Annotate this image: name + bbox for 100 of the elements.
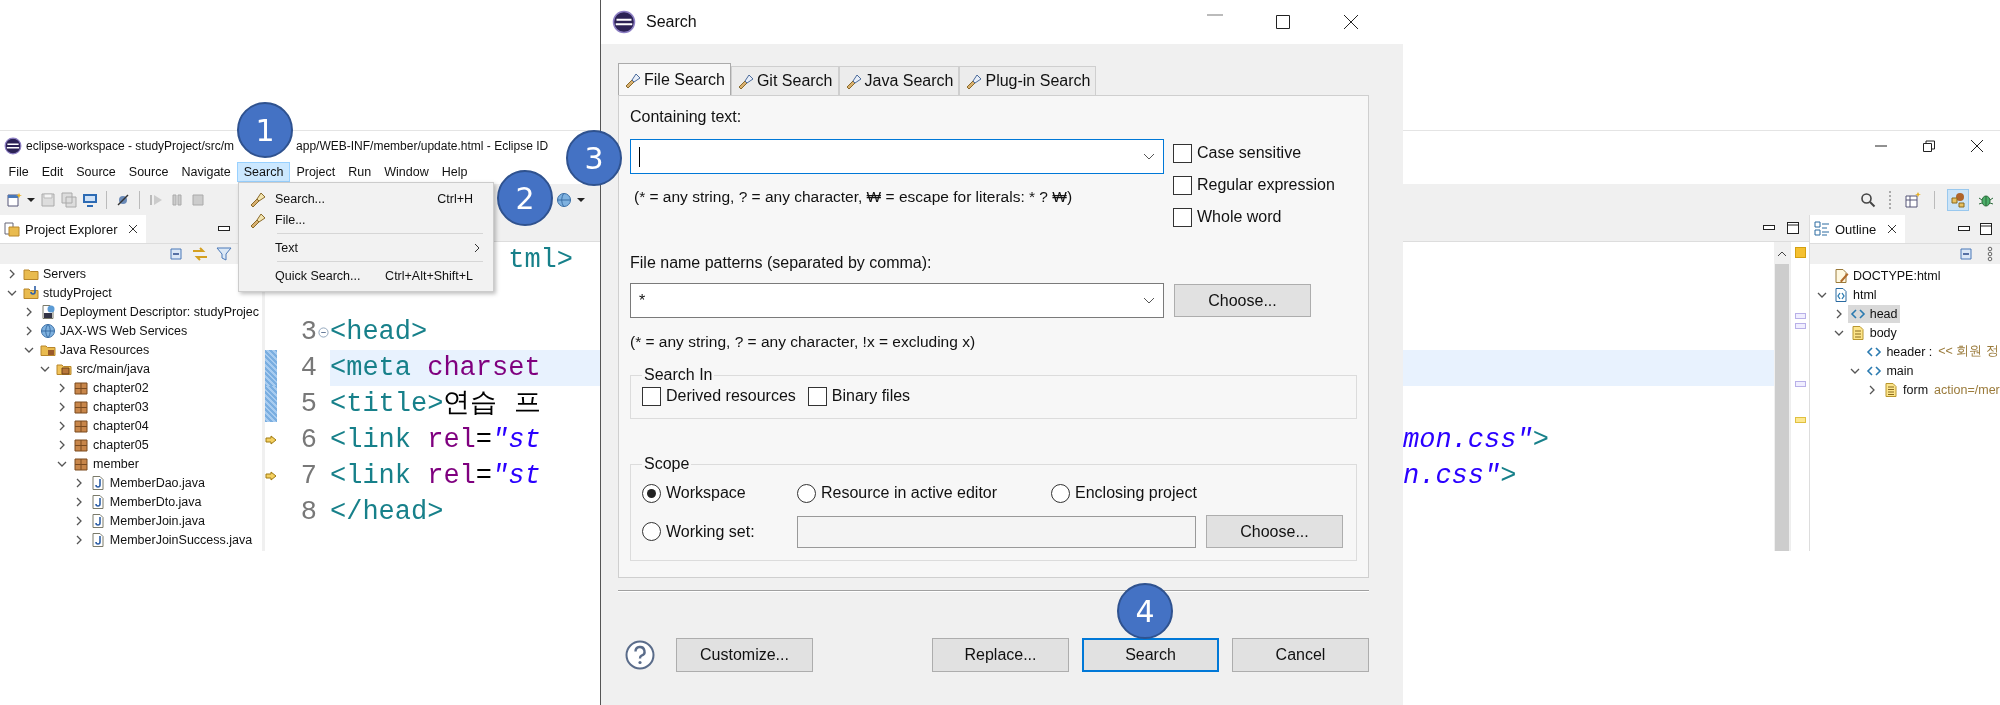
monitor-icon[interactable] [82, 191, 98, 208]
help-icon[interactable] [625, 640, 655, 670]
scrollbar[interactable] [1774, 242, 1790, 551]
tree-item[interactable]: MemberJoinSuccess.java [87, 530, 255, 549]
dropdown-icon[interactable] [1143, 296, 1155, 305]
close-icon[interactable] [1970, 138, 1984, 153]
menu-item[interactable]: Source [122, 162, 175, 182]
radio-label[interactable]: Workspace [666, 484, 746, 502]
checkbox[interactable] [1173, 207, 1192, 227]
filter-icon[interactable] [216, 246, 232, 262]
radio-button[interactable] [642, 522, 661, 541]
dialog-button[interactable]: Replace... [932, 638, 1069, 672]
scroll-up-icon[interactable] [1777, 250, 1787, 258]
tree-item[interactable]: chapter05 [71, 435, 151, 454]
tree-item[interactable]: src/main/java [54, 359, 153, 378]
tab[interactable]: Java Search [838, 66, 960, 95]
code-line: <title>연습 프 [330, 389, 541, 419]
checkbox-label[interactable]: Binary files [831, 387, 911, 405]
tree-item[interactable]: form [1881, 380, 1931, 399]
maximize-icon[interactable] [1980, 223, 1992, 235]
minimize-icon[interactable] [1958, 226, 1970, 232]
tree-item[interactable]: chapter03 [71, 397, 151, 416]
checkbox-label[interactable]: Case sensitive [1197, 144, 1302, 162]
restore-icon[interactable] [1922, 138, 1936, 153]
minimize-icon[interactable] [218, 226, 230, 232]
globe-icon[interactable] [556, 191, 572, 208]
collapse-all-icon[interactable] [168, 246, 184, 262]
collapse-icon[interactable] [318, 326, 329, 338]
tree-item[interactable]: chapter04 [71, 416, 151, 435]
menu-item[interactable]: Run [341, 162, 378, 182]
perspective-icon[interactable] [1948, 189, 1968, 210]
menu-item[interactable]: Window [377, 162, 436, 182]
caret-icon[interactable] [27, 195, 35, 204]
file-pattern-field[interactable]: * [630, 283, 1164, 318]
menu-item[interactable]: Search [237, 162, 290, 182]
tree-item[interactable]: MemberDao.java [87, 473, 207, 492]
checkbox-label[interactable]: Whole word [1197, 208, 1282, 226]
tree-item[interactable]: member [71, 454, 141, 473]
new-icon[interactable] [6, 191, 22, 208]
tree-item[interactable]: JAX-WS Web Services [37, 321, 190, 340]
radio-button[interactable] [797, 483, 816, 503]
scroll-thumb[interactable] [1775, 264, 1789, 551]
collapse-all-icon[interactable] [1958, 246, 1974, 262]
menu-item[interactable]: File... [239, 209, 493, 230]
radio-button[interactable] [1051, 483, 1070, 503]
close-icon[interactable] [1343, 14, 1359, 30]
tree-item[interactable]: Deployment Descriptor: studyProjec [37, 302, 262, 321]
search-text-field[interactable] [630, 139, 1164, 174]
tree-item[interactable]: header : [1864, 342, 1935, 361]
radio-label[interactable]: Enclosing project [1075, 484, 1197, 502]
dropdown-icon[interactable] [1143, 152, 1155, 161]
checkbox[interactable] [1173, 175, 1192, 195]
tree-item[interactable]: html [1831, 285, 1879, 304]
dialog-button[interactable]: Search [1082, 638, 1219, 672]
checkbox-label[interactable]: Derived resources [666, 387, 796, 405]
minimize-icon[interactable] [1763, 225, 1775, 231]
menu-item[interactable]: File [2, 162, 36, 182]
tree-item[interactable]: main [1864, 361, 1916, 380]
search-icon[interactable] [1860, 191, 1876, 208]
dialog-button[interactable]: Customize... [676, 638, 813, 672]
app-icon [612, 10, 636, 34]
menu-item[interactable]: Help [435, 162, 474, 182]
menu-item[interactable]: Edit [35, 162, 70, 182]
tab[interactable]: Git Search [730, 66, 839, 95]
view-tab[interactable]: Outline [1810, 215, 1906, 243]
radio-label[interactable]: Resource in active editor [821, 484, 998, 502]
tree-item[interactable]: MemberDto.java [87, 492, 204, 511]
tree-item[interactable]: Java Resources [37, 340, 152, 359]
menu-item[interactable]: Project [289, 162, 342, 182]
choose-button[interactable]: Choose... [1206, 515, 1343, 548]
tree-item[interactable]: DOCTYPE:html [1831, 266, 1943, 285]
tab[interactable]: Plug-in Search [959, 66, 1097, 95]
maximize-icon[interactable] [1275, 14, 1291, 30]
choose-button[interactable]: Choose... [1174, 284, 1311, 317]
checkbox[interactable] [642, 386, 661, 406]
tree-item[interactable]: Servers [21, 264, 89, 283]
menu-item[interactable]: Text [239, 237, 493, 258]
working-set-field[interactable] [797, 515, 1196, 548]
menu-item[interactable]: Source [69, 162, 123, 182]
tab[interactable]: File Search [618, 63, 731, 95]
tree-item[interactable]: chapter02 [71, 378, 151, 397]
caret-icon[interactable] [577, 195, 585, 204]
radio-button[interactable] [642, 483, 661, 503]
open-perspective-icon[interactable] [1905, 191, 1921, 208]
maximize-icon[interactable] [1787, 222, 1799, 234]
close-icon[interactable] [128, 224, 139, 234]
view-tab[interactable]: Project Explorer [0, 215, 147, 243]
menu-item[interactable]: Quick Search... Ctrl+Alt+Shift+L [239, 265, 493, 286]
close-icon[interactable] [1887, 224, 1898, 234]
tree-item[interactable]: head [1847, 304, 1900, 323]
checkbox[interactable] [1173, 143, 1192, 163]
dialog-button[interactable]: Cancel [1232, 638, 1369, 672]
menu-item[interactable]: Navigate [174, 162, 238, 182]
radio-label[interactable]: Working set: [666, 522, 755, 541]
tree-item[interactable]: studyProject [21, 283, 114, 302]
menu-item[interactable]: Search... Ctrl+H [239, 188, 493, 209]
checkbox[interactable] [807, 386, 827, 406]
tree-item[interactable]: body [1847, 323, 1899, 342]
checkbox-label[interactable]: Regular expression [1197, 176, 1335, 194]
tree-item[interactable]: MemberJoin.java [87, 511, 207, 530]
